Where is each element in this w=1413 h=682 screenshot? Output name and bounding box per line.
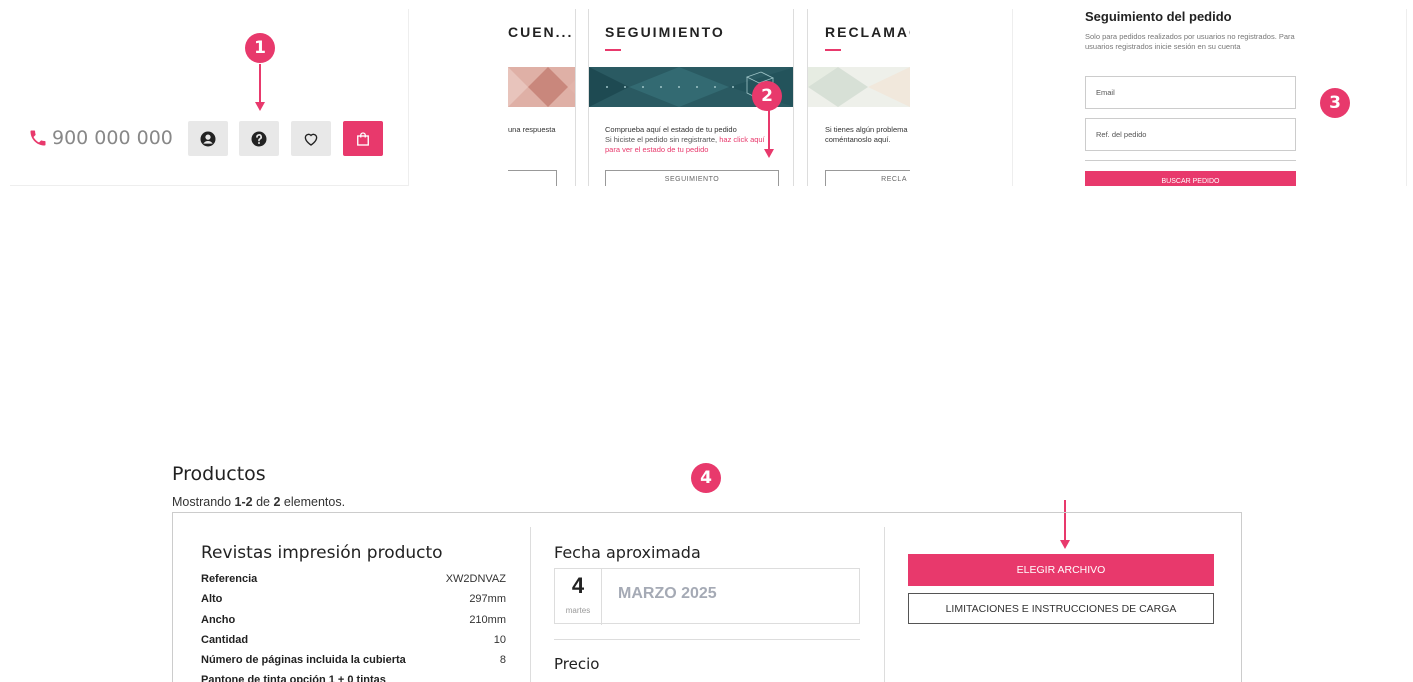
cart-button[interactable] — [343, 121, 383, 156]
spec-row: Referencia XW2DNVAZ — [201, 573, 506, 585]
arrow-2-head — [764, 149, 774, 158]
card-reclamaciones-banner — [808, 67, 910, 107]
card-cuenta: CUEN... una respuesta — [508, 9, 576, 186]
help-icon — [251, 131, 267, 146]
spec-row: Cantidad 10 — [201, 634, 506, 646]
card-reclamaciones: RECLAMACI Si tienes algún problema comén… — [808, 9, 910, 186]
card-seguimiento-text: Comprueba aquí el estado de tu pedido Si… — [605, 125, 790, 155]
spec-value: 210mm — [469, 614, 506, 626]
spec-row: Número de páginas incluida la cubierta 8 — [201, 654, 506, 666]
date-weekday: martes — [565, 606, 591, 615]
info-cards-panel: CUEN... una respuesta SEGUIMIENTO Compru… — [508, 9, 910, 186]
card-title-underline — [605, 49, 621, 51]
count-mid: de — [252, 495, 274, 509]
column-separator — [530, 527, 531, 682]
card-cuenta-text: una respuesta — [508, 125, 556, 134]
date-day: 4 — [571, 573, 585, 598]
tracking-form-title: Seguimiento del pedido — [1085, 9, 1232, 24]
product-name: Revistas impresión producto — [201, 543, 443, 563]
account-button[interactable] — [188, 121, 228, 156]
card-seguimiento-title: SEGUIMIENTO — [605, 24, 725, 40]
spec-label: Alto — [201, 593, 223, 605]
date-heading: Fecha aproximada — [554, 543, 701, 562]
count-suffix: elementos. — [280, 495, 346, 509]
spec-row: Pantone de tinta opción 1 + 0 tintas — [201, 674, 506, 682]
choose-file-button[interactable]: ELEGIR ARCHIVO — [908, 554, 1214, 586]
date-month: MARZO 2025 — [618, 585, 717, 602]
step-marker-4: 4 — [691, 463, 721, 493]
search-order-button[interactable]: BUSCAR PEDIDO — [1085, 171, 1296, 186]
spec-row: Alto 297mm — [201, 593, 506, 605]
order-ref-field[interactable]: Ref. del pedido — [1085, 118, 1296, 151]
card-reclamaciones-line1: Si tienes algún problema — [825, 125, 908, 134]
spec-value: XW2DNVAZ — [445, 573, 506, 585]
arrow-1-head — [255, 102, 265, 111]
spec-label: Pantone de tinta opción 1 + 0 tintas — [201, 674, 386, 682]
products-title: Productos — [172, 463, 266, 485]
header-panel: 900 000 000 — [10, 9, 409, 186]
spec-value: 8 — [499, 654, 506, 666]
user-icon — [200, 131, 216, 146]
spec-row: Ancho 210mm — [201, 614, 506, 626]
card-reclamaciones-button[interactable]: RECLA — [825, 170, 910, 186]
product-card: Revistas impresión producto Referencia XW… — [172, 512, 1242, 682]
upload-instructions-button[interactable]: LIMITACIONES E INSTRUCCIONES DE CARGA — [908, 593, 1214, 624]
phone-icon — [30, 130, 46, 146]
tracking-form-description: Solo para pedidos realizados por usuario… — [1085, 32, 1295, 51]
card-seguimiento-line2: Si hiciste el pedido sin registrarte, — [605, 135, 720, 144]
card-title-underline — [825, 49, 841, 51]
phone-contact[interactable]: 900 000 000 — [28, 127, 173, 149]
spec-label: Número de páginas incluida la cubierta — [201, 654, 406, 666]
spec-label: Referencia — [201, 573, 258, 585]
card-seguimiento-link2[interactable]: para ver el estado de tu pedido — [605, 145, 708, 154]
date-divider — [601, 569, 602, 625]
price-heading: Precio — [554, 655, 600, 673]
form-divider — [1085, 160, 1296, 161]
date-price-divider — [554, 639, 860, 640]
card-seguimiento-link1[interactable]: haz click aquí — [719, 135, 764, 144]
card-cuenta-banner — [508, 67, 576, 107]
count-prefix: Mostrando — [172, 495, 235, 509]
card-cuenta-button[interactable] — [508, 170, 557, 186]
step-marker-2: 2 — [752, 81, 782, 111]
wishlist-button[interactable] — [291, 121, 331, 156]
help-button[interactable] — [239, 121, 279, 156]
shopping-bag-icon — [357, 131, 369, 146]
arrow-1-line — [259, 64, 261, 103]
card-separator — [575, 9, 576, 186]
phone-number: 900 000 000 — [52, 127, 173, 149]
card-reclamaciones-line2: coméntanoslo aquí. — [825, 135, 891, 144]
spec-value: 297mm — [469, 593, 506, 605]
step-marker-3: 3 — [1320, 88, 1350, 118]
card-cuenta-title: CUEN... — [508, 24, 574, 40]
email-field[interactable]: Email — [1085, 76, 1296, 109]
card-seguimiento-line1: Comprueba aquí el estado de tu pedido — [605, 125, 737, 134]
column-separator — [884, 527, 885, 682]
card-seguimiento-button[interactable]: SEGUIMIENTO — [605, 170, 779, 186]
card-reclamaciones-text: Si tienes algún problema coméntanoslo aq… — [825, 125, 910, 145]
heart-icon — [304, 133, 318, 146]
arrow-2-line — [768, 109, 770, 149]
spec-value: 10 — [493, 634, 506, 646]
delivery-date-box: 4 martes MARZO 2025 — [554, 568, 860, 625]
step-marker-1: 1 — [245, 33, 275, 63]
spec-label: Cantidad — [201, 634, 249, 646]
products-count: Mostrando 1-2 de 2 elementos. — [172, 495, 345, 509]
card-reclamaciones-title: RECLAMACI — [825, 24, 910, 40]
spec-label: Ancho — [201, 614, 236, 626]
count-range: 1-2 — [234, 495, 253, 509]
